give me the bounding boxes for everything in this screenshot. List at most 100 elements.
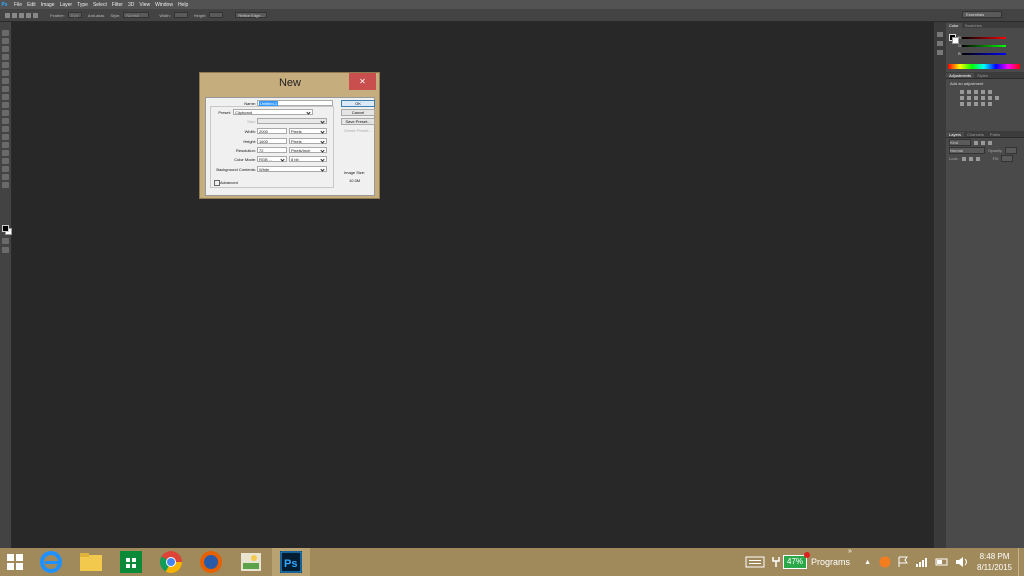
- bit-depth-select[interactable]: 8 bit: [289, 156, 327, 162]
- crop-tool-icon[interactable]: [2, 62, 9, 68]
- red-slider[interactable]: [962, 37, 1006, 39]
- save-preset-button[interactable]: Save Preset...: [341, 118, 375, 125]
- photo-filter-icon[interactable]: [981, 96, 985, 100]
- resolution-unit-select[interactable]: Pixels/Inch: [289, 147, 327, 153]
- menu-edit[interactable]: Edit: [27, 2, 36, 8]
- cancel-button[interactable]: Cancel: [341, 109, 375, 116]
- threshold-icon[interactable]: [974, 102, 978, 106]
- avast-icon[interactable]: [879, 556, 891, 568]
- advanced-label[interactable]: Advanced: [220, 180, 238, 185]
- taskbar-store[interactable]: [112, 548, 150, 576]
- filter-adjust-icon[interactable]: [981, 140, 985, 145]
- tab-adjustments[interactable]: Adjustments: [946, 72, 975, 78]
- history-brush-tool-icon[interactable]: [2, 102, 9, 108]
- eyedropper-tool-icon[interactable]: [2, 70, 9, 76]
- black-white-icon[interactable]: [974, 96, 978, 100]
- brightness-icon[interactable]: [960, 90, 964, 94]
- levels-icon[interactable]: [967, 90, 971, 94]
- taskbar-photos[interactable]: [232, 548, 270, 576]
- type-tool-icon[interactable]: [2, 150, 9, 156]
- channel-mixer-icon[interactable]: [988, 96, 992, 100]
- eraser-tool-icon[interactable]: [2, 110, 9, 116]
- clone-stamp-tool-icon[interactable]: [2, 94, 9, 100]
- ok-button[interactable]: OK: [341, 100, 375, 107]
- foreground-color-swatch[interactable]: [2, 225, 9, 232]
- show-desktop-button[interactable]: [1018, 548, 1024, 576]
- background-contents-select[interactable]: White: [257, 166, 327, 172]
- curves-icon[interactable]: [974, 90, 978, 94]
- width-input[interactable]: 2000: [257, 128, 287, 134]
- move-tool-icon[interactable]: [2, 30, 9, 36]
- taskbar-photoshop[interactable]: Ps: [272, 548, 310, 576]
- tab-color[interactable]: Color: [946, 22, 962, 28]
- lasso-tool-icon[interactable]: [2, 46, 9, 52]
- color-lookup-icon[interactable]: [995, 96, 999, 100]
- lock-all-icon[interactable]: [975, 156, 980, 161]
- taskbar-file-explorer[interactable]: [72, 548, 110, 576]
- color-swatches[interactable]: [2, 225, 12, 235]
- color-balance-icon[interactable]: [967, 96, 971, 100]
- start-button[interactable]: [0, 548, 30, 576]
- hand-tool-icon[interactable]: [2, 174, 9, 180]
- menu-help[interactable]: Help: [178, 2, 188, 8]
- color-mode-select[interactable]: RGB ...: [257, 156, 287, 162]
- tab-paths[interactable]: Paths: [987, 132, 1003, 137]
- invert-icon[interactable]: [960, 102, 964, 106]
- taskbar-ie[interactable]: [32, 548, 70, 576]
- width-unit-select[interactable]: Pixels: [289, 128, 327, 134]
- height-input[interactable]: [209, 12, 224, 18]
- healing-brush-tool-icon[interactable]: [2, 78, 9, 84]
- keyboard-icon[interactable]: [745, 555, 765, 569]
- lock-position-icon[interactable]: [968, 156, 973, 161]
- marquee-tool-icon[interactable]: [5, 12, 10, 18]
- history-panel-icon[interactable]: [937, 32, 943, 37]
- battery-tray-icon[interactable]: [935, 556, 949, 568]
- signal-icon[interactable]: [915, 556, 929, 568]
- refine-edge-button[interactable]: Refine Edge...: [235, 12, 267, 18]
- toolbar-expand-icon[interactable]: »: [848, 548, 852, 555]
- menu-window[interactable]: Window: [155, 2, 173, 8]
- intersect-selection-icon[interactable]: [33, 12, 38, 18]
- hue-saturation-icon[interactable]: [960, 96, 964, 100]
- programs-toolbar[interactable]: Programs: [811, 557, 850, 567]
- color-spectrum[interactable]: [948, 64, 1020, 69]
- exposure-icon[interactable]: [981, 90, 985, 94]
- fill-input[interactable]: [1000, 155, 1013, 162]
- menu-view[interactable]: View: [139, 2, 150, 8]
- taskbar-firefox[interactable]: [192, 548, 230, 576]
- volume-icon[interactable]: [955, 556, 969, 568]
- brush-tool-icon[interactable]: [2, 86, 9, 92]
- tab-swatches[interactable]: Swatches: [962, 23, 985, 28]
- green-slider[interactable]: [962, 45, 1006, 47]
- shape-tool-icon[interactable]: [2, 166, 9, 172]
- properties-panel-icon[interactable]: [937, 41, 943, 46]
- menu-image[interactable]: Image: [41, 2, 55, 8]
- gradient-map-icon[interactable]: [981, 102, 985, 106]
- filter-pixel-icon[interactable]: [974, 140, 978, 145]
- kind-filter-select[interactable]: Kind: [949, 139, 971, 146]
- pen-tool-icon[interactable]: [2, 142, 9, 148]
- vibrance-icon[interactable]: [988, 90, 992, 94]
- menu-type[interactable]: Type: [77, 2, 88, 8]
- dialog-close-button[interactable]: ✕: [349, 73, 376, 90]
- gradient-tool-icon[interactable]: [2, 118, 9, 124]
- posterize-icon[interactable]: [967, 102, 971, 106]
- workspace-select[interactable]: Essentials: [962, 11, 1002, 18]
- blur-tool-icon[interactable]: [2, 126, 9, 132]
- tab-styles[interactable]: Styles: [974, 73, 991, 78]
- menu-filter[interactable]: Filter: [112, 2, 123, 8]
- screen-mode-icon[interactable]: [2, 247, 9, 253]
- show-hidden-icons-icon[interactable]: ▲: [864, 559, 871, 566]
- quick-select-tool-icon[interactable]: [2, 54, 9, 60]
- menu-layer[interactable]: Layer: [60, 2, 73, 8]
- resolution-input[interactable]: 72: [257, 147, 287, 153]
- dodge-tool-icon[interactable]: [2, 134, 9, 140]
- path-select-tool-icon[interactable]: [2, 158, 9, 164]
- selective-color-icon[interactable]: [988, 102, 992, 106]
- subtract-selection-icon[interactable]: [26, 12, 31, 18]
- taskbar-chrome[interactable]: [152, 548, 190, 576]
- blend-mode-select[interactable]: Normal: [949, 147, 985, 154]
- quick-mask-icon[interactable]: [2, 238, 9, 244]
- filter-type-icon[interactable]: [988, 140, 992, 145]
- battery-indicator[interactable]: 47%: [783, 552, 811, 569]
